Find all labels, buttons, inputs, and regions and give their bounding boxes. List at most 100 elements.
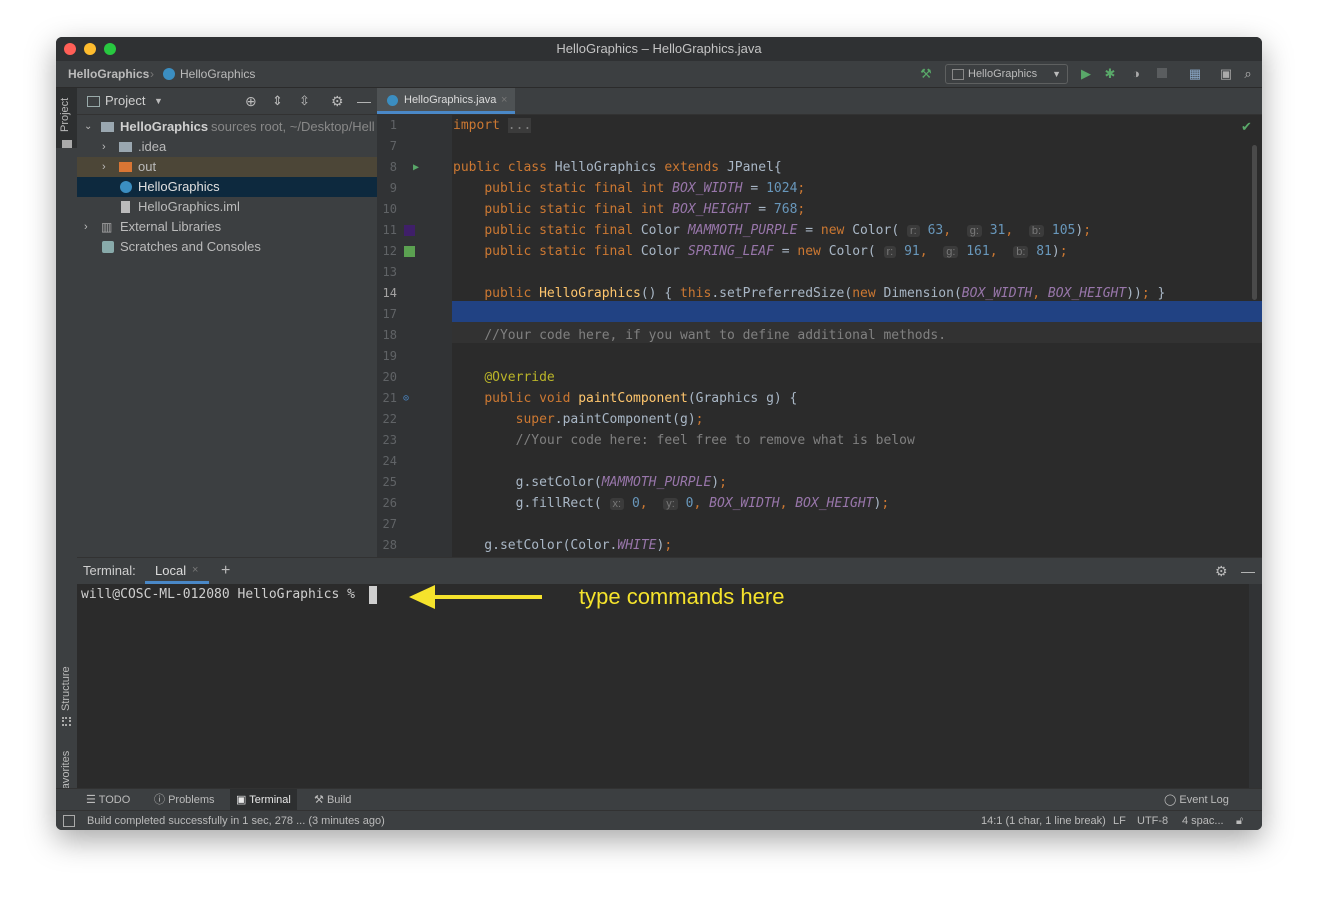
tab-problems-label: Problems <box>168 794 215 806</box>
panel-toggle-icon[interactable] <box>63 815 75 827</box>
tree-item-scratches-label: Scratches and Consoles <box>120 239 261 254</box>
terminal-cursor <box>369 586 377 604</box>
terminal-header: Terminal: Local × + ⚙ — <box>77 557 1262 585</box>
close-tab-icon[interactable]: × <box>192 558 198 583</box>
expand-all-icon[interactable]: ⇕ <box>272 88 283 114</box>
chevron-down-icon[interactable]: ▼ <box>154 88 163 114</box>
close-tab-icon[interactable]: × <box>501 88 507 112</box>
run-config-icon <box>952 69 964 80</box>
tab-terminal[interactable]: ▣ Terminal <box>230 789 297 811</box>
presentation-icon[interactable]: ▣ <box>1218 65 1234 83</box>
terminal-panel[interactable]: will@COSC-ML-012080 HelloGraphics % type… <box>77 584 1262 788</box>
tab-problems[interactable]: ⓘ Problems <box>154 789 215 811</box>
tab-todo-label: TODO <box>98 794 131 806</box>
file-encoding[interactable]: UTF-8 <box>1137 811 1168 830</box>
build-hammer-icon[interactable]: ⚒ <box>918 65 934 83</box>
locate-icon[interactable]: ⊕ <box>245 88 257 114</box>
tree-item-iml-label: HelloGraphics.iml <box>138 199 240 214</box>
problems-icon: ⓘ <box>154 794 165 806</box>
folder-icon <box>62 140 72 148</box>
chevron-right-icon: › <box>84 221 88 233</box>
tree-item-iml[interactable]: HelloGraphics.iml <box>77 197 377 217</box>
tab-terminal-label: Terminal <box>249 794 291 806</box>
title-bar: HelloGraphics – HelloGraphics.java <box>56 37 1262 62</box>
tab-build[interactable]: ⚒ Build <box>314 789 351 811</box>
debug-icon[interactable]: ✱ <box>1102 65 1118 83</box>
code-editor[interactable]: ✔ 1 import ... 7 8 ▶ public class HelloGrap… <box>377 115 1262 557</box>
project-panel: Project ▼ ⊕ ⇕ ⇳ ⚙ — ⌄ HelloGraphics sour… <box>77 88 377 557</box>
scratches-icon <box>102 241 114 253</box>
tab-structure[interactable]: Structure <box>56 663 77 733</box>
run-gutter-icon[interactable]: ▶ <box>413 157 419 178</box>
caret-position[interactable]: 14:1 (1 char, 1 line break) <box>981 811 1106 830</box>
navigation-bar: HelloGraphics › HelloGraphics ⚒ HelloGra… <box>56 61 1262 88</box>
tab-build-label: Build <box>326 794 352 806</box>
gear-icon[interactable]: ⚙ <box>331 88 344 114</box>
tree-item-idea[interactable]: › .idea <box>77 137 377 157</box>
list-icon: ☰ <box>86 794 96 806</box>
line-number: 17 <box>382 307 397 321</box>
line-number: 11 <box>382 223 397 237</box>
tab-terminal-local[interactable]: Local × <box>145 558 209 584</box>
indent-setting[interactable]: 4 spac... <box>1182 811 1224 830</box>
tab-hellographics-java[interactable]: HelloGraphics.java × <box>377 88 515 114</box>
line-separator[interactable]: LF <box>1113 811 1126 830</box>
override-gutter-icon[interactable]: ⊙ <box>403 388 409 409</box>
project-structure-icon[interactable]: ▦ <box>1187 65 1203 83</box>
line-number: 25 <box>382 475 397 489</box>
collapse-all-icon[interactable]: ⇳ <box>299 88 310 114</box>
tree-item-class[interactable]: HelloGraphics <box>77 177 377 197</box>
tab-structure-label: Structure <box>60 666 72 711</box>
project-panel-title[interactable]: Project <box>105 88 145 114</box>
event-log-icon: ◯ <box>1164 794 1177 806</box>
chevron-right-icon: › <box>102 161 106 173</box>
iml-file-icon <box>121 201 130 213</box>
lock-icon[interactable]: 🔓︎ <box>1236 811 1243 830</box>
tab-todo[interactable]: ☰ TODO <box>86 789 130 811</box>
run-icon[interactable]: ▶ <box>1078 65 1094 83</box>
line-number: 7 <box>389 139 397 153</box>
tree-item-scratches[interactable]: Scratches and Consoles <box>77 237 377 257</box>
terminal-scrollbar[interactable] <box>1249 584 1262 788</box>
hide-panel-icon[interactable]: — <box>357 88 371 114</box>
tab-project[interactable]: Project <box>56 88 77 148</box>
structure-icon <box>62 717 71 726</box>
line-number: 23 <box>382 433 397 447</box>
tree-item-root[interactable]: ⌄ HelloGraphics sources root, ~/Desktop/… <box>77 117 377 137</box>
bottom-tool-tabs: ☰ TODO ⓘ Problems ▣ Terminal ⚒ Build ◯ E… <box>56 788 1262 811</box>
class-icon <box>163 68 175 80</box>
line-number: 18 <box>382 328 397 342</box>
gear-icon[interactable]: ⚙ <box>1215 558 1228 584</box>
library-icon: ▥ <box>101 220 113 234</box>
terminal-label: Terminal: <box>83 563 136 578</box>
terminal-tab-label: Local <box>155 563 187 578</box>
tree-item-root-label: HelloGraphics <box>120 119 209 134</box>
ide-window: HelloGraphics – HelloGraphics.java Hello… <box>56 37 1262 830</box>
run-configuration-select[interactable]: HelloGraphics ▼ <box>945 64 1068 84</box>
breadcrumb-file[interactable]: HelloGraphics <box>180 61 255 87</box>
run-config-label: HelloGraphics <box>968 68 1038 80</box>
build-hammer-icon: ⚒ <box>314 794 324 806</box>
hide-panel-icon[interactable]: — <box>1241 558 1255 584</box>
tree-item-out[interactable]: › out <box>77 157 377 177</box>
breadcrumb-project[interactable]: HelloGraphics <box>68 61 149 87</box>
line-number: 13 <box>382 265 397 279</box>
line-number: 28 <box>382 538 397 552</box>
line-number: 1 <box>389 118 397 132</box>
tree-item-libraries[interactable]: › ▥ External Libraries <box>77 217 377 237</box>
event-log-button[interactable]: ◯ Event Log <box>1164 789 1229 811</box>
search-icon[interactable]: ⌕ <box>1240 65 1256 83</box>
line-number: 8 <box>389 160 397 174</box>
excluded-folder-icon <box>119 162 132 172</box>
status-message[interactable]: Build completed successfully in 1 sec, 2… <box>87 811 385 830</box>
new-terminal-icon[interactable]: + <box>221 558 230 584</box>
java-class-icon <box>120 181 132 193</box>
tree-item-class-label: HelloGraphics <box>138 179 220 194</box>
status-bar: Build completed successfully in 1 sec, 2… <box>56 810 1262 830</box>
tree-item-out-label: out <box>138 159 157 174</box>
line-number: 21 <box>382 391 397 405</box>
stop-icon[interactable] <box>1154 65 1170 83</box>
coverage-icon[interactable]: ◑ <box>1128 65 1144 83</box>
editor-tab-label: HelloGraphics.java <box>404 94 497 106</box>
line-number: 12 <box>382 244 397 258</box>
